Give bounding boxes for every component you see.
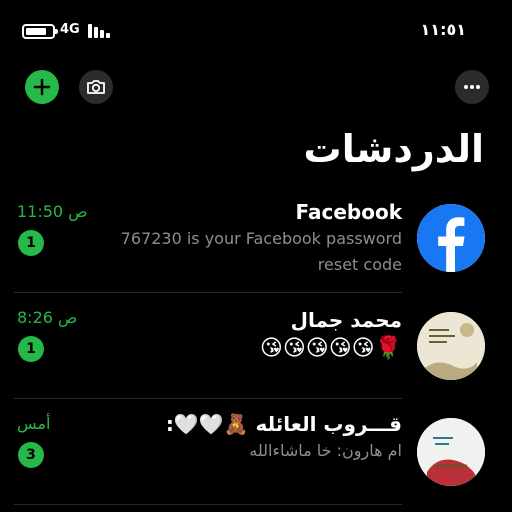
status-time: ١١:٥١ (420, 20, 466, 39)
chat-name: محمد جمال (290, 308, 402, 332)
chat-preview: ام هارون: خا ماشاءالله (249, 441, 402, 460)
chat-name: Facebook (295, 200, 402, 224)
chat-preview: 😘😘😘😘😘🌹 (259, 336, 402, 361)
chats-screen: 4G ١١:٥١ الدردشات Facebook 767230 is you… (0, 0, 512, 512)
battery-icon (22, 24, 58, 39)
avatar (417, 418, 485, 486)
plus-icon (33, 78, 51, 96)
chat-preview: 767230 is your Facebook password reset c… (120, 229, 402, 274)
avatar-photo-icon (417, 312, 485, 380)
page-title: الدردشات (303, 127, 484, 171)
ellipsis-icon (464, 85, 480, 89)
unread-badge: 1 (18, 336, 44, 362)
signal-icon (88, 24, 112, 38)
camera-icon (87, 80, 105, 94)
unread-badge: 3 (18, 442, 44, 468)
new-chat-button[interactable] (25, 70, 59, 104)
chat-row-family-group[interactable]: قـــروب العائله 🧸🤍🤍: ام هارون: خا ماشاءا… (0, 402, 512, 506)
unread-badge: 1 (18, 230, 44, 256)
avatar (417, 312, 485, 380)
avatar (417, 204, 485, 272)
chat-row-facebook[interactable]: Facebook 767230 is your Facebook passwor… (0, 190, 512, 294)
chat-name: قـــروب العائله 🧸🤍🤍: (165, 412, 402, 436)
chat-time: أمس (17, 414, 51, 433)
avatar-photo-icon (417, 418, 485, 486)
divider (14, 292, 402, 293)
chat-time: 8:26 ص (17, 308, 78, 327)
divider (14, 504, 402, 505)
camera-button[interactable] (79, 70, 113, 104)
chat-row-mohamed[interactable]: محمد جمال 😘😘😘😘😘🌹 8:26 ص 1 (0, 296, 512, 400)
chat-time: 11:50 ص (17, 202, 88, 221)
network-type: 4G (60, 22, 80, 37)
facebook-logo-icon (417, 204, 485, 272)
status-bar: 4G ١١:٥١ (0, 0, 512, 60)
more-options-button[interactable] (455, 70, 489, 104)
divider (14, 398, 402, 399)
